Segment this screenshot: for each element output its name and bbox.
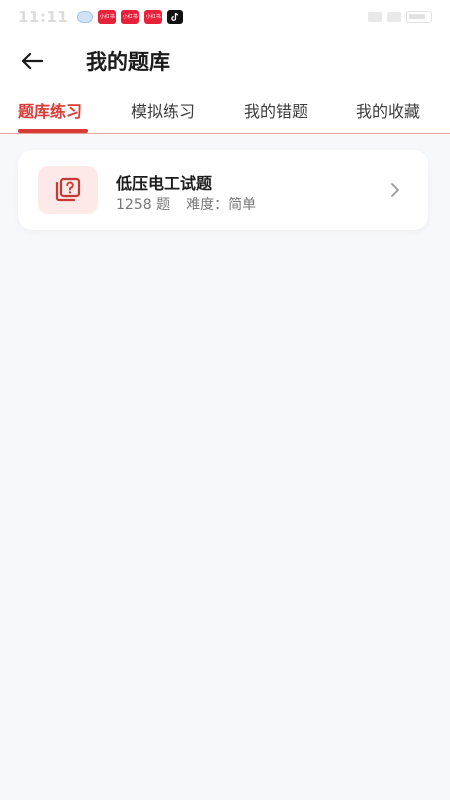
cloud-icon [77, 11, 94, 23]
tab-mock-practice[interactable]: 模拟练习 [131, 98, 195, 122]
battery-icon [406, 11, 432, 23]
tiktok-icon [167, 10, 184, 24]
tab-my-favorites[interactable]: 我的收藏 [356, 98, 420, 122]
arrow-left-icon [21, 52, 43, 70]
tab-question-bank-practice[interactable]: 题库练习 [18, 98, 82, 122]
tab-bar: 题库练习 模拟练习 我的错题 我的收藏 [0, 88, 450, 134]
difficulty-label: 难度： [186, 197, 229, 213]
tiktok-glyph [171, 12, 179, 21]
status-bar: 11:11 小红书 小红书 小红书 [0, 0, 450, 34]
chevron-right-icon [391, 183, 399, 197]
question-count: 1258 题 [116, 197, 171, 213]
question-bank-icon-box [38, 166, 98, 214]
xiaohongshu-icon: 小红书 [98, 10, 117, 24]
xiaohongshu-icon: 小红书 [121, 10, 140, 24]
question-cards-icon [55, 177, 81, 202]
difficulty-value: 简单 [228, 197, 257, 213]
tab-my-mistakes[interactable]: 我的错题 [244, 98, 308, 122]
question-bank-title: 低压电工试题 [116, 174, 213, 193]
difficulty-info: 难度：简单 [186, 194, 256, 214]
top-app-bar: 我的题库 [0, 34, 450, 88]
question-bank-meta: 1258 题 难度：简单 [116, 194, 256, 214]
active-tab-indicator [18, 129, 88, 133]
signal-icon [368, 12, 382, 22]
xiaohongshu-icon: 小红书 [144, 10, 163, 24]
status-left: 11:11 小红书 小红书 小红书 [18, 8, 184, 26]
status-time: 11:11 [18, 8, 69, 26]
status-right [368, 11, 432, 23]
question-bank-card[interactable]: 低压电工试题 1258 题 难度：简单 [18, 150, 428, 230]
page-title: 我的题库 [86, 50, 170, 74]
back-button[interactable] [12, 41, 52, 81]
wifi-icon [387, 12, 401, 22]
